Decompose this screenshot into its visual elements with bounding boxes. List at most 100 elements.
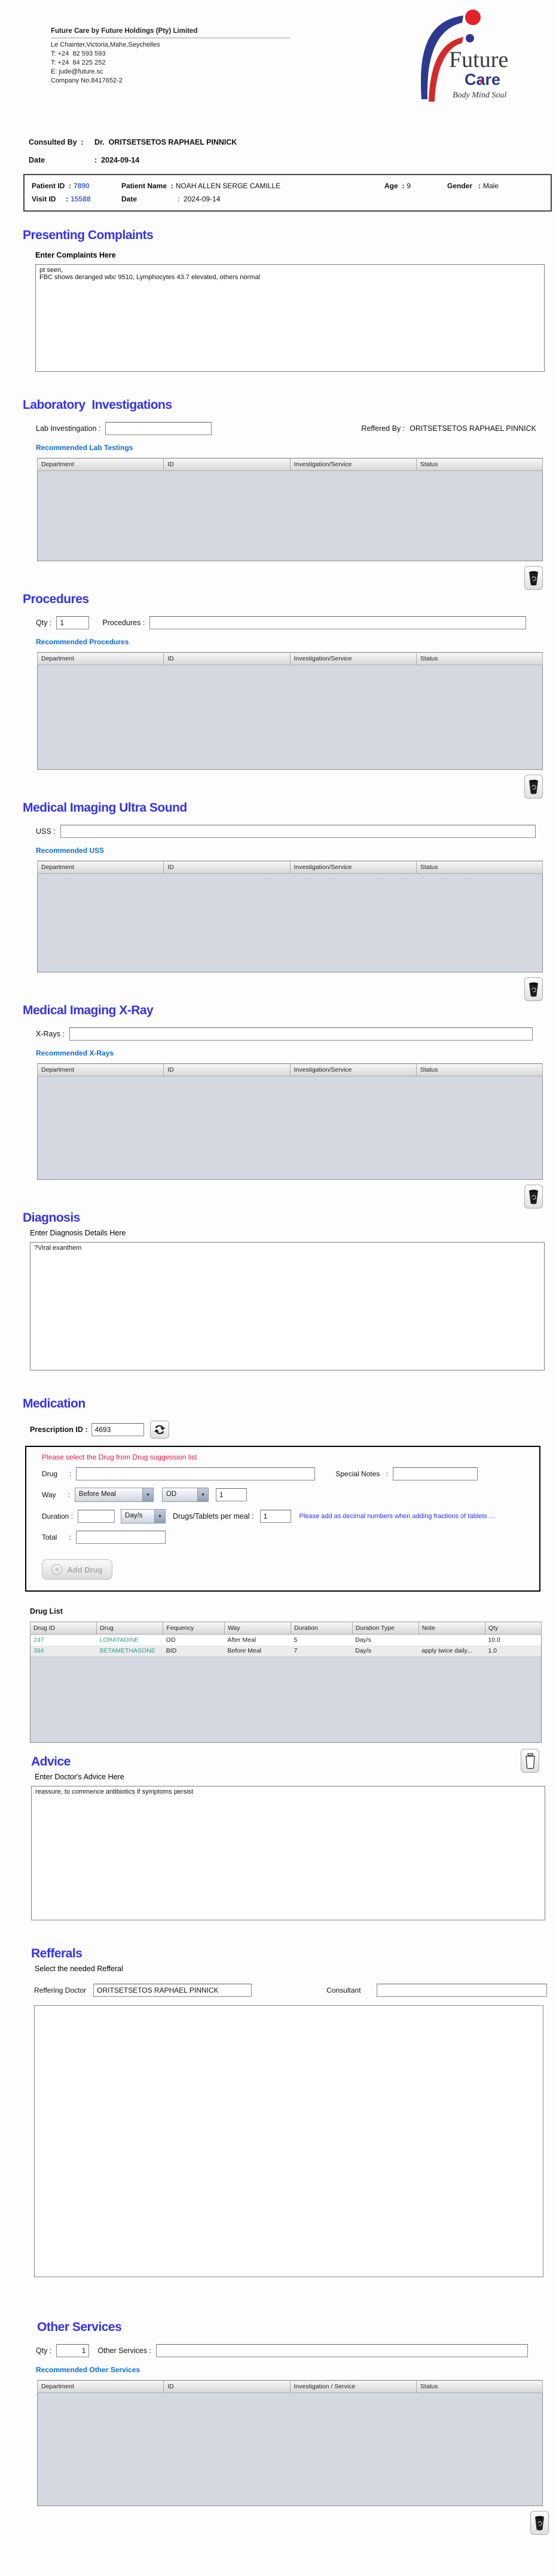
prescription-id-label: Prescription ID : (30, 1425, 88, 1434)
drug-duration-type-cell: Day/s (352, 1645, 418, 1656)
lab-investigation-label: Lab Investingation : (36, 424, 100, 433)
diagnosis-textarea[interactable]: ?Viral exanthem (30, 1242, 545, 1370)
column-header: Department (38, 458, 164, 471)
consulted-by-label: Consulted By : (29, 138, 94, 146)
visit-date-value: : 2024-09-14 (178, 195, 220, 203)
column-header: Qty (485, 1622, 541, 1635)
column-header: Note (418, 1622, 485, 1635)
advice-textarea[interactable]: reassure, to commence antibiotics if sym… (31, 1786, 545, 1920)
frequency-selected: OD (163, 1488, 197, 1501)
section-title-advice: Advice (31, 1755, 556, 1769)
clear-uss-button[interactable] (524, 977, 543, 1001)
clear-advice-button[interactable] (521, 1749, 539, 1773)
clear-procedures-button[interactable] (524, 775, 543, 799)
clear-lab-button[interactable] (524, 566, 543, 590)
patient-name-value: NOAH ALLEN SERGE CAMILLE (176, 182, 280, 190)
visit-id-label: Visit ID : (32, 195, 68, 203)
uss-input[interactable] (60, 825, 536, 838)
consult-date-label: Date (29, 156, 94, 164)
company-number: Company No.8417652-2 (51, 77, 290, 85)
duration-type-selected: Day/s (121, 1510, 154, 1523)
drug-way-cell: Before Meal (224, 1645, 291, 1656)
duration-input[interactable] (78, 1510, 115, 1523)
uss-table: Department ID Investigation/Service Stat… (37, 861, 543, 972)
xray-table: Department ID Investigation/Service Stat… (37, 1063, 543, 1180)
column-header: ID (164, 458, 290, 471)
chevron-down-icon: ▼ (142, 1488, 153, 1501)
special-notes-input[interactable] (393, 1467, 478, 1480)
column-header: Status (416, 458, 542, 471)
drug-duration-cell: 7 (291, 1645, 353, 1656)
company-address: Le Chainter,Victoria,Mahe,Seychelles (51, 41, 290, 50)
drug-frequency-cell: OD (163, 1635, 225, 1646)
meal-way-dropdown[interactable]: Before Meal ▼ (75, 1488, 154, 1502)
refferal-options-listbox[interactable] (34, 2005, 543, 2277)
add-drug-label: Add Drug (67, 1565, 102, 1574)
lab-testings-table: Department ID Investigation/Service Stat… (37, 458, 543, 561)
drug-row[interactable]: 394 BETAMETHASONE BID Before Meal 7 Day/… (30, 1645, 542, 1656)
column-header: Status (416, 2381, 542, 2393)
patient-id-label: Patient ID : (32, 182, 71, 190)
column-header: Status (416, 653, 542, 665)
procedures-qty-input[interactable] (56, 616, 89, 629)
other-services-label: Other Services : (97, 2346, 151, 2355)
frequency-dropdown[interactable]: OD ▼ (162, 1488, 209, 1502)
drug-frequency-cell: BID (163, 1645, 225, 1656)
recommended-xrays-label: Recommended X-Rays (36, 1049, 556, 1057)
trash-icon (528, 1189, 539, 1205)
drug-id-cell: 394 (30, 1645, 97, 1656)
add-drug-button[interactable]: + Add Drug (42, 1559, 112, 1580)
column-header: Department (38, 1064, 164, 1076)
other-qty-input[interactable] (56, 2344, 89, 2357)
lab-table-empty-body (38, 471, 543, 561)
column-header: ID (164, 1064, 290, 1076)
complaints-textarea[interactable]: pt seen, FBC shows deranged wbc 9510, Ly… (35, 264, 545, 372)
section-title-presenting-complaints: Presenting Complaints (23, 228, 556, 243)
meal-way-selected: Before Meal (75, 1488, 142, 1501)
procedures-table-empty-body (38, 665, 543, 770)
section-title-other-services: Other Services (37, 2320, 556, 2335)
drug-duration-cell: 5 (291, 1635, 353, 1646)
duration-type-dropdown[interactable]: Day/s ▼ (121, 1509, 166, 1523)
drug-note-cell (418, 1635, 485, 1646)
drug-qty-cell: 10.0 (485, 1635, 541, 1646)
column-header: Way (224, 1622, 291, 1635)
trash-icon (528, 981, 539, 998)
complaints-input-label: Enter Complaints Here (35, 251, 556, 259)
age-value: 9 (407, 182, 411, 190)
visit-id-value: 15588 (71, 195, 90, 203)
reffering-doctor-input[interactable] (93, 1984, 252, 1997)
column-header: Duration Type (352, 1622, 418, 1635)
future-care-logo: Future Care ♥ Body Mind Soul (404, 5, 523, 106)
column-header: Status (416, 861, 542, 874)
drug-qty-cell: 1.0 (485, 1645, 541, 1656)
drug-id-cell: 247 (30, 1635, 97, 1646)
frequency-qty-input (216, 1488, 247, 1501)
column-header: Department (38, 653, 164, 665)
patient-name-label: Patient Name : (121, 182, 173, 190)
lab-investigation-input[interactable] (105, 422, 212, 435)
consult-block: Consulted By : Dr. ORITSETSETOS RAPHAEL … (29, 138, 556, 164)
clear-other-services-button[interactable] (530, 2511, 549, 2535)
drug-list-table: Drug ID Drug Fequency Way Duration Durat… (30, 1622, 542, 1743)
section-title-laboratory: Laboratory Investigations (23, 398, 556, 412)
drug-input[interactable] (76, 1467, 315, 1480)
prescription-id-input[interactable] (91, 1423, 144, 1436)
consult-date-value: : 2024-09-14 (94, 156, 139, 164)
drug-row[interactable]: 247 LORATADINE OD After Meal 5 Day/s 10.… (30, 1635, 542, 1646)
per-meal-input[interactable] (260, 1510, 291, 1523)
xray-label: X-Rays : (36, 1030, 65, 1038)
duration-label: Duration : (42, 1512, 73, 1520)
refresh-prescription-button[interactable] (150, 1421, 169, 1439)
procedures-input[interactable] (149, 616, 526, 629)
other-services-input[interactable] (156, 2344, 528, 2357)
consultant-input[interactable] (377, 1984, 547, 1997)
recommended-procedures-label: Recommended Procedures (36, 638, 556, 646)
uss-table-empty-body (38, 874, 543, 972)
drug-name-cell: LORATADINE (97, 1635, 163, 1646)
xray-input[interactable] (69, 1027, 533, 1041)
svg-text:♥: ♥ (479, 78, 483, 85)
section-title-diagnosis: Diagnosis (23, 1211, 556, 1225)
clear-xray-button[interactable] (524, 1185, 543, 1209)
total-input[interactable] (76, 1531, 166, 1544)
